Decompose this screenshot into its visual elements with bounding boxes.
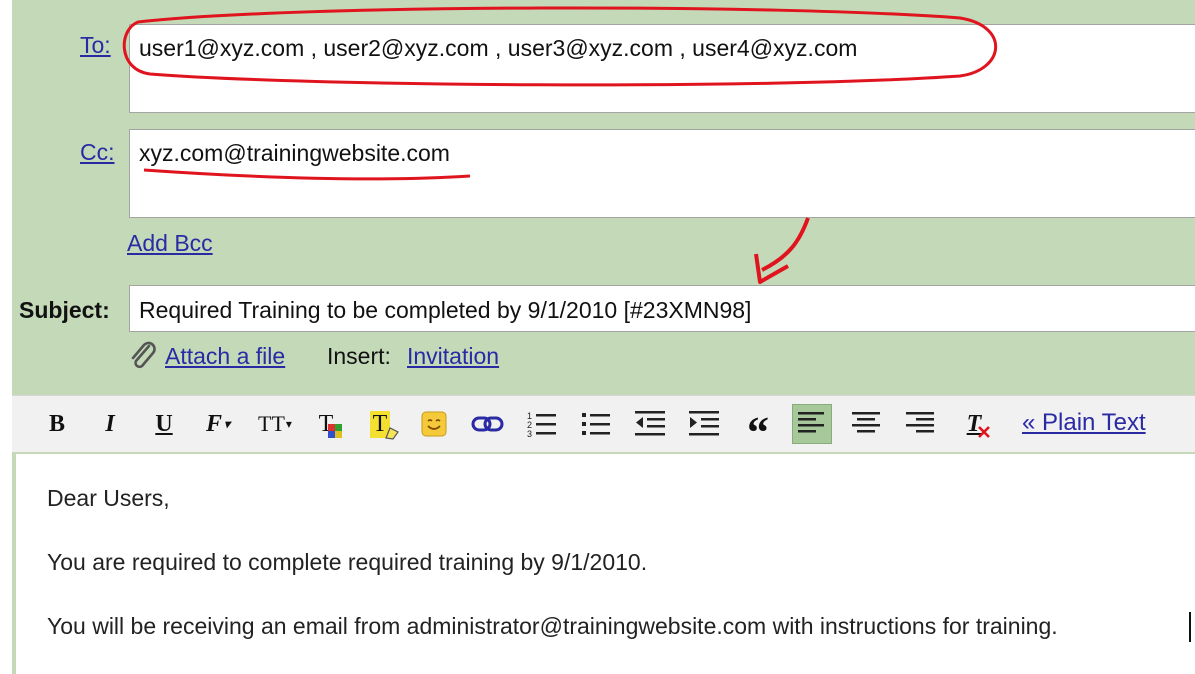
link-button[interactable] [468,404,508,444]
marker-icon [385,427,399,440]
indent-less-button[interactable] [630,404,670,444]
bold-button[interactable]: B [37,404,77,444]
indent-more-button[interactable] [684,404,724,444]
cc-field[interactable]: xyz.com@trainingwebsite.com [129,129,1195,218]
italic-label: I [105,410,115,437]
emoticon-button[interactable] [414,404,454,444]
add-bcc-link[interactable]: Add Bcc [127,230,213,257]
indent-less-icon [635,411,665,436]
quote-icon: “ [747,407,769,457]
cc-field-value: xyz.com@trainingwebsite.com [139,140,450,166]
emoticon-icon [421,411,447,437]
numbered-list-button[interactable]: 1 2 3 [522,404,562,444]
body-greeting: Dear Users, [47,485,170,511]
text-cursor [1189,612,1191,642]
link-icon [471,416,504,432]
indent-more-icon [689,411,719,436]
paperclip-icon [127,340,159,372]
formatting-toolbar: B I U F ▾ TT ▾ T T 1 2 3 “ T « Plain Tex… [12,395,1195,457]
bullet-list-button[interactable] [576,404,616,444]
to-link[interactable]: To: [80,32,111,59]
highlight-button[interactable]: T [360,404,400,444]
svg-text:3: 3 [527,429,532,439]
bold-label: B [48,410,65,437]
italic-button[interactable]: I [90,404,130,444]
underline-button[interactable]: U [144,404,184,444]
subject-label: Subject: [19,297,110,323]
align-left-button[interactable] [792,404,832,444]
font-label: F [205,410,222,437]
body-line-3: You will be receiving an email from admi… [47,613,1058,639]
align-center-button[interactable] [846,404,886,444]
subject-field[interactable]: Required Training to be completed by 9/1… [129,285,1195,332]
to-field-value: user1@xyz.com , user2@xyz.com , user3@xy… [139,35,858,61]
remove-formatting-icon [978,426,990,438]
to-field[interactable]: user1@xyz.com , user2@xyz.com , user3@xy… [129,24,1195,113]
body-line-2: You are required to complete required tr… [47,549,648,575]
align-center-icon [852,412,880,433]
align-right-button[interactable] [900,404,940,444]
quote-button[interactable]: “ [738,404,778,457]
align-left-icon [798,412,824,433]
font-size-button[interactable]: TT ▾ [252,404,298,444]
text-color-button[interactable]: T [306,404,346,444]
cc-link[interactable]: Cc: [80,139,115,166]
chevron-down-icon: ▾ [285,416,292,431]
subject-field-value: Required Training to be completed by 9/1… [139,297,752,323]
underline-label: U [155,410,173,437]
chevron-down-icon: ▾ [223,416,231,431]
remove-formatting-button[interactable]: T [954,404,994,444]
attach-file-link[interactable]: Attach a file [165,343,285,370]
invitation-link[interactable]: Invitation [407,343,499,370]
plain-text-link[interactable]: « Plain Text [1022,409,1146,437]
color-swatch-icon [328,424,342,438]
numbered-list-icon: 1 2 3 [527,411,556,439]
align-right-icon [906,412,934,433]
bullet-list-icon [582,413,610,435]
font-size-label: TT [258,411,285,436]
message-body[interactable]: Dear Users, You are required to complete… [12,452,1195,674]
font-button[interactable]: F ▾ [198,404,238,444]
insert-label: Insert: [327,343,391,369]
